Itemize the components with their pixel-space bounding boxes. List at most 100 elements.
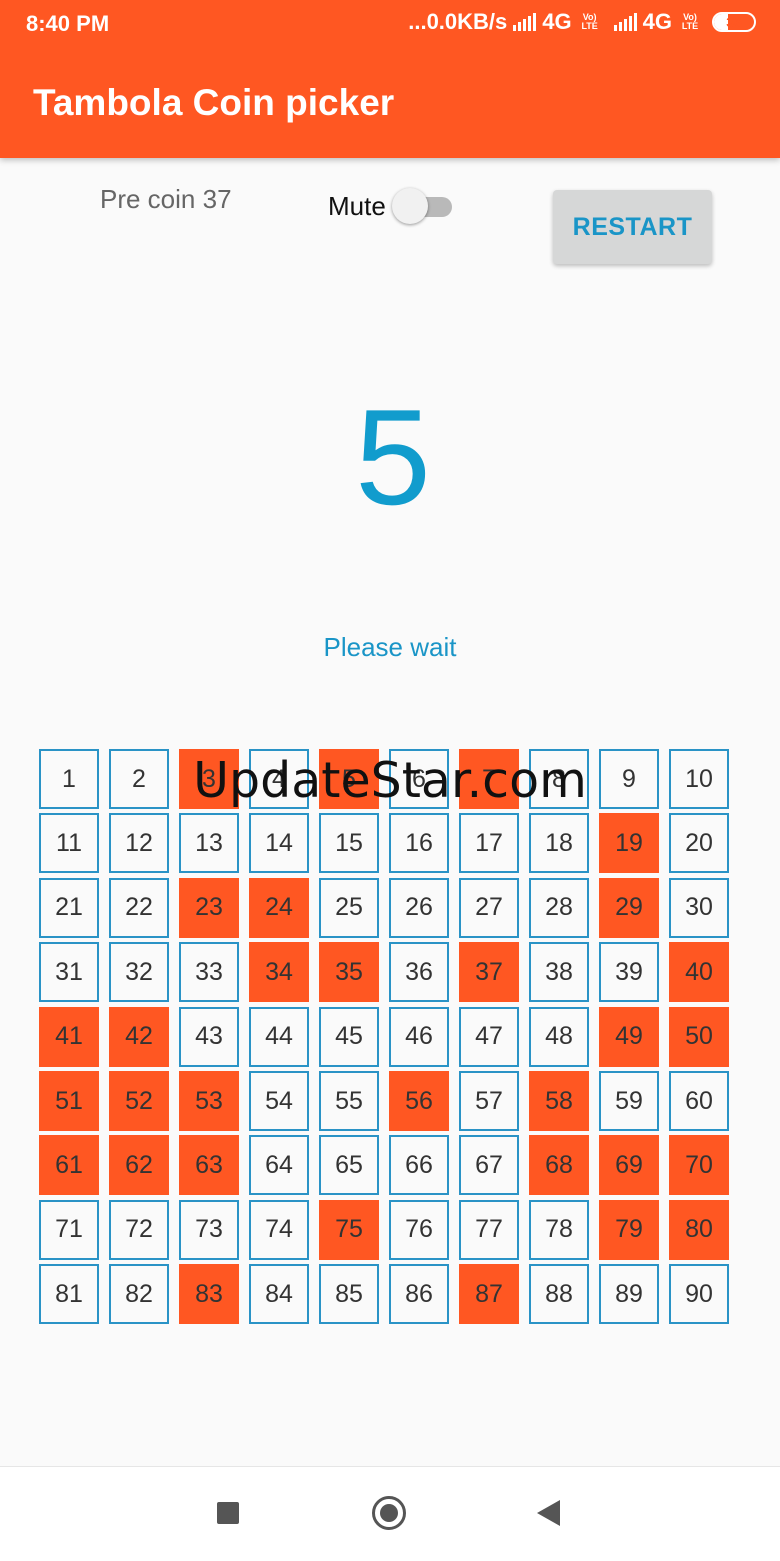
number-cell: 24 bbox=[249, 877, 309, 938]
mute-switch[interactable] bbox=[391, 188, 452, 224]
number-cell: 80 bbox=[669, 1199, 729, 1260]
status-indicators: ...0.0KB/s 4G Vo) LTE 4G Vo) LTE 36 bbox=[408, 9, 756, 35]
number-cell: 22 bbox=[109, 877, 169, 938]
number-cell: 7 bbox=[459, 749, 519, 809]
back-icon[interactable] bbox=[537, 1500, 560, 1526]
signal-icon bbox=[513, 13, 537, 31]
status-time: 8:40 PM bbox=[26, 11, 110, 36]
number-cell: 77 bbox=[459, 1199, 519, 1260]
number-cell: 57 bbox=[459, 1071, 519, 1131]
number-cell: 60 bbox=[669, 1071, 729, 1131]
number-cell: 49 bbox=[599, 1006, 659, 1067]
number-cell: 43 bbox=[179, 1006, 239, 1067]
number-cell: 15 bbox=[319, 813, 379, 874]
number-cell: 70 bbox=[669, 1135, 729, 1196]
number-cell: 3 bbox=[179, 749, 239, 809]
number-cell: 39 bbox=[599, 942, 659, 1003]
home-icon[interactable] bbox=[372, 1496, 406, 1530]
number-cell: 45 bbox=[319, 1006, 379, 1067]
number-cell: 12 bbox=[109, 813, 169, 874]
number-cell: 55 bbox=[319, 1071, 379, 1131]
number-cell: 23 bbox=[179, 877, 239, 938]
number-cell: 83 bbox=[179, 1264, 239, 1325]
number-cell: 58 bbox=[529, 1071, 589, 1131]
number-cell: 4 bbox=[249, 749, 309, 809]
number-cell: 72 bbox=[109, 1199, 169, 1260]
number-cell: 81 bbox=[39, 1264, 99, 1325]
number-cell: 67 bbox=[459, 1135, 519, 1196]
network-type-2: 4G bbox=[642, 9, 672, 34]
number-cell: 90 bbox=[669, 1264, 729, 1325]
number-cell: 85 bbox=[319, 1264, 379, 1325]
battery-level: 36 bbox=[726, 14, 742, 30]
number-cell: 74 bbox=[249, 1199, 309, 1260]
number-cell: 20 bbox=[669, 813, 729, 874]
number-cell: 9 bbox=[599, 749, 659, 809]
signal-icon bbox=[613, 13, 637, 31]
number-cell: 41 bbox=[39, 1006, 99, 1067]
number-cell: 2 bbox=[109, 749, 169, 809]
number-cell: 73 bbox=[179, 1199, 239, 1260]
number-cell: 35 bbox=[319, 942, 379, 1003]
number-cell: 34 bbox=[249, 942, 309, 1003]
status-message: Please wait bbox=[323, 632, 457, 662]
number-cell: 56 bbox=[389, 1071, 449, 1131]
number-cell: 84 bbox=[249, 1264, 309, 1325]
recents-icon[interactable] bbox=[217, 1502, 239, 1524]
number-cell: 14 bbox=[249, 813, 309, 874]
status-bar: 8:40 PM ...0.0KB/s 4G Vo) LTE 4G Vo) LTE… bbox=[0, 0, 780, 48]
number-cell: 40 bbox=[669, 942, 729, 1003]
number-cell: 21 bbox=[39, 877, 99, 938]
number-cell: 50 bbox=[669, 1006, 729, 1067]
number-cell: 66 bbox=[389, 1135, 449, 1196]
number-cell: 54 bbox=[249, 1071, 309, 1131]
number-board: 1 2 3 4 5 6 7 8 9 10 11 12 13 14 15 16 17 18 19 20 21 22 23 24 2… bbox=[39, 749, 739, 1329]
number-cell: 11 bbox=[39, 813, 99, 874]
number-cell: 63 bbox=[179, 1135, 239, 1196]
number-cell: 82 bbox=[109, 1264, 169, 1325]
number-cell: 78 bbox=[529, 1199, 589, 1260]
number-cell: 10 bbox=[669, 749, 729, 809]
number-cell: 13 bbox=[179, 813, 239, 874]
number-cell: 33 bbox=[179, 942, 239, 1003]
number-cell: 29 bbox=[599, 877, 659, 938]
navigation-bar bbox=[0, 1466, 780, 1561]
number-cell: 76 bbox=[389, 1199, 449, 1260]
number-cell: 27 bbox=[459, 877, 519, 938]
number-cell: 79 bbox=[599, 1199, 659, 1260]
number-cell: 46 bbox=[389, 1006, 449, 1067]
number-cell: 6 bbox=[389, 749, 449, 809]
number-cell: 65 bbox=[319, 1135, 379, 1196]
number-cell: 38 bbox=[529, 942, 589, 1003]
number-cell: 37 bbox=[459, 942, 519, 1003]
restart-button[interactable]: RESTART bbox=[553, 190, 712, 264]
number-cell: 25 bbox=[319, 877, 379, 938]
network-type-1: 4G bbox=[542, 9, 572, 34]
current-number: 5 bbox=[355, 381, 431, 533]
number-cell: 47 bbox=[459, 1006, 519, 1067]
number-cell: 89 bbox=[599, 1264, 659, 1325]
volte-label-2: Vo) LTE bbox=[681, 12, 699, 31]
number-cell: 16 bbox=[389, 813, 449, 874]
number-cell: 48 bbox=[529, 1006, 589, 1067]
number-cell: 17 bbox=[459, 813, 519, 874]
mute-label: Mute bbox=[328, 190, 386, 221]
number-cell: 1 bbox=[39, 749, 99, 809]
number-cell: 59 bbox=[599, 1071, 659, 1131]
number-cell: 26 bbox=[389, 877, 449, 938]
number-cell: 75 bbox=[319, 1199, 379, 1260]
number-cell: 30 bbox=[669, 877, 729, 938]
app-title: Tambola Coin picker bbox=[33, 82, 395, 123]
number-cell: 31 bbox=[39, 942, 99, 1003]
battery-icon: 36 bbox=[712, 12, 756, 32]
number-cell: 42 bbox=[109, 1006, 169, 1067]
number-cell: 69 bbox=[599, 1135, 659, 1196]
number-cell: 53 bbox=[179, 1071, 239, 1131]
mute-switch-thumb bbox=[391, 188, 428, 224]
number-cell: 8 bbox=[529, 749, 589, 809]
number-cell: 64 bbox=[249, 1135, 309, 1196]
number-cell: 68 bbox=[529, 1135, 589, 1196]
number-cell: 5 bbox=[319, 749, 379, 809]
mute-toggle-group: Mute bbox=[328, 188, 452, 224]
number-cell: 19 bbox=[599, 813, 659, 874]
